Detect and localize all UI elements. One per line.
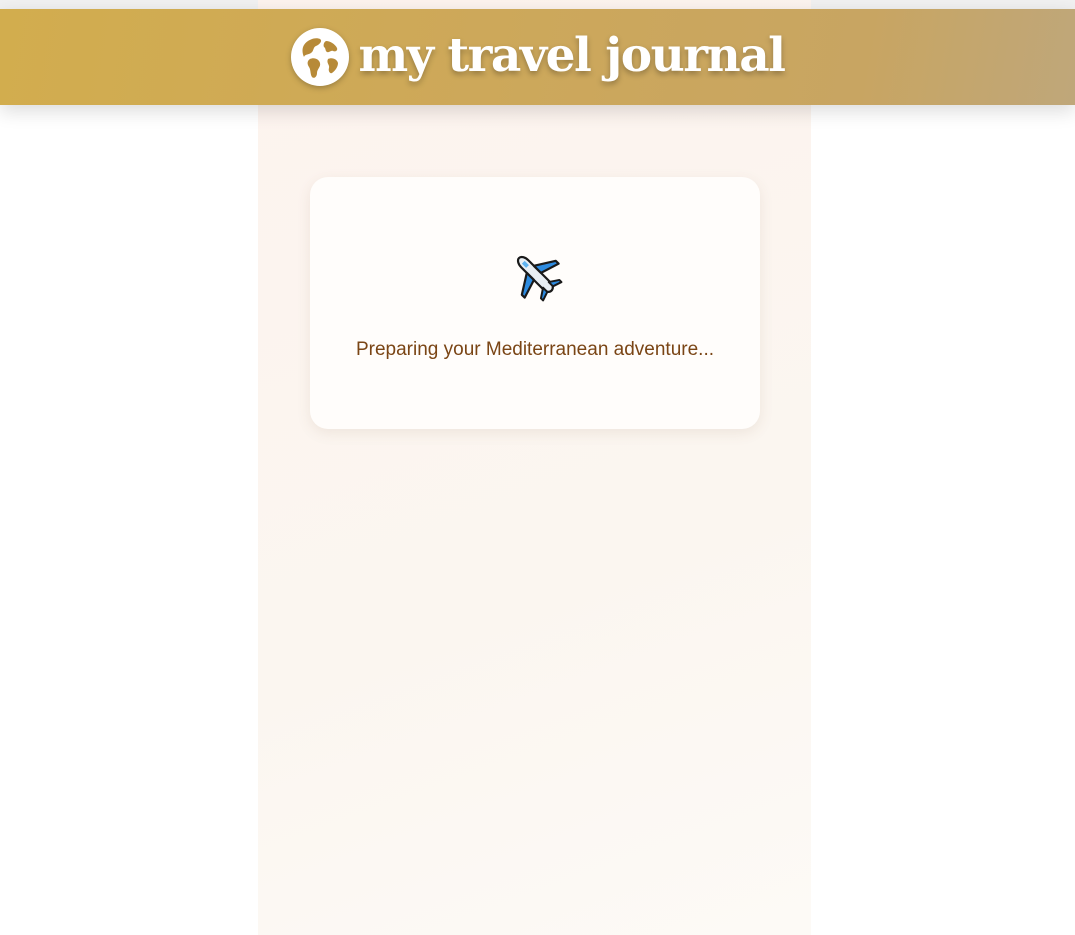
- globe-icon: [291, 28, 350, 86]
- airplane-icon: [516, 255, 563, 302]
- loading-message: Preparing your Mediterranean adventure..…: [355, 339, 715, 360]
- loading-card: Preparing your Mediterranean adventure..…: [310, 177, 760, 429]
- content-column: [258, 0, 811, 935]
- app-title: my travel journal: [358, 27, 786, 83]
- app-header: my travel journal: [0, 9, 1075, 105]
- brand[interactable]: my travel journal: [290, 27, 786, 87]
